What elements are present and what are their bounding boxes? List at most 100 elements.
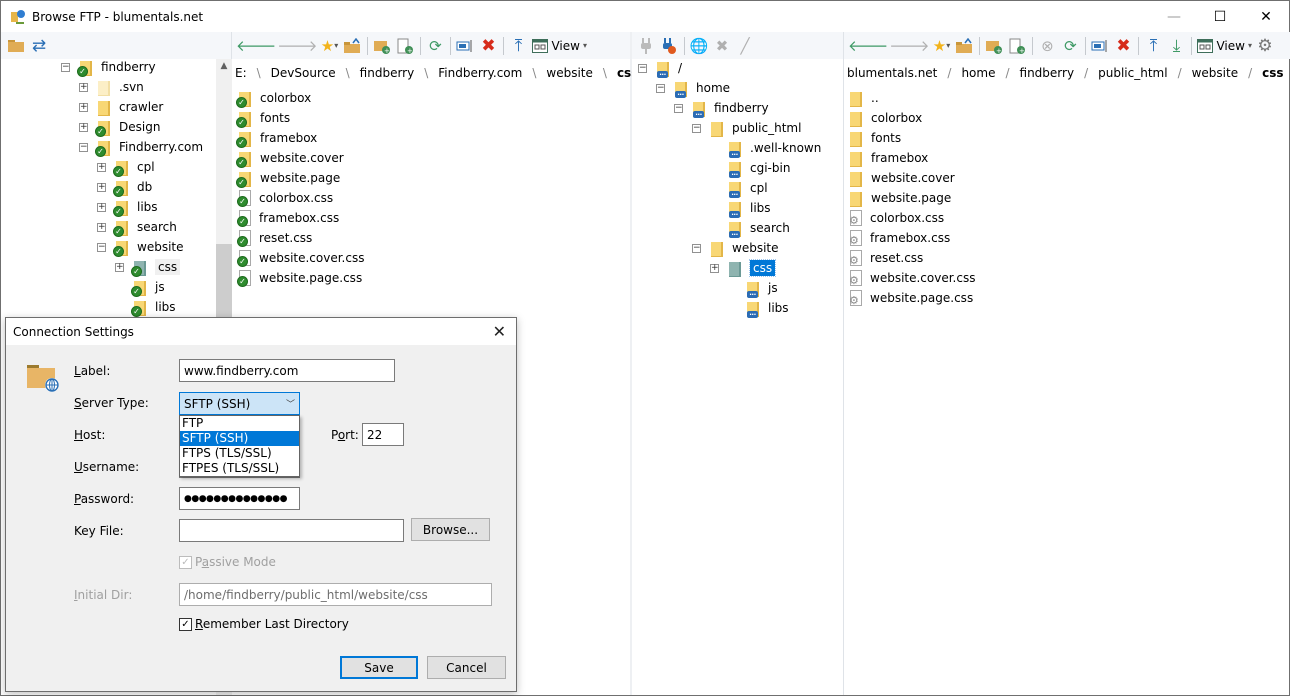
tree-item[interactable]: ... js xyxy=(746,278,778,298)
breadcrumb-segment[interactable]: Findberry.com xyxy=(438,66,522,80)
expand-icon[interactable]: + xyxy=(79,122,88,132)
remote-up-folder-button[interactable] xyxy=(953,35,975,57)
tree-item[interactable]: −... findberry xyxy=(674,98,769,118)
disconnect-button[interactable] xyxy=(658,35,680,57)
tree-item[interactable]: −... home xyxy=(656,78,730,98)
tree-item[interactable]: + css xyxy=(710,258,777,278)
file-list-item[interactable]: ✓ website.page.css xyxy=(237,268,362,288)
tree-item[interactable]: + ✓ search xyxy=(97,217,177,237)
tree-item[interactable]: − ✓ findberry xyxy=(61,59,156,77)
server-type-option[interactable]: FTPS (TLS/SSL) xyxy=(180,446,299,461)
remote-new-file-button[interactable]: + xyxy=(1006,35,1028,57)
server-type-option[interactable]: SFTP (SSH) xyxy=(180,431,299,446)
remote-view-menu-button[interactable]: View ▾ xyxy=(1195,38,1254,53)
maximize-button[interactable]: ☐ xyxy=(1197,1,1243,32)
view-menu-button[interactable]: View ▾ xyxy=(530,38,589,53)
collapse-icon[interactable]: − xyxy=(97,242,106,252)
breadcrumb-segment[interactable]: website xyxy=(546,66,593,80)
collapse-icon[interactable]: − xyxy=(79,142,88,152)
folder-list-item[interactable]: framebox xyxy=(849,148,928,168)
upload-button[interactable]: ⤒ xyxy=(507,35,529,57)
expand-icon[interactable]: + xyxy=(115,262,124,272)
file-list-item[interactable]: ⚙ reset.css xyxy=(849,248,923,268)
folder-list-item[interactable]: website.page xyxy=(849,188,951,208)
collapse-icon[interactable]: − xyxy=(638,63,647,73)
remote-back-button[interactable]: 🡐 xyxy=(848,35,888,57)
tree-item[interactable]: ✓ libs xyxy=(131,297,176,317)
file-list-item[interactable]: ✓ reset.css xyxy=(237,228,312,248)
edit-site-button[interactable]: ╱ xyxy=(734,35,756,57)
breadcrumb-segment[interactable]: findberry xyxy=(360,66,415,80)
folder-list-item[interactable]: .. xyxy=(849,88,879,108)
collapse-icon[interactable]: − xyxy=(674,103,683,113)
file-list-item[interactable]: ⚙ framebox.css xyxy=(849,228,950,248)
remember-last-directory-checkbox[interactable]: ✓ Remember Last Directory xyxy=(179,617,349,631)
tree-item[interactable]: ... search xyxy=(728,218,790,238)
tree-item[interactable]: + ✓ css xyxy=(115,257,181,277)
tree-item[interactable]: ... .well-known xyxy=(728,138,821,158)
server-type-option[interactable]: FTP xyxy=(180,416,299,431)
tree-item[interactable]: + .svn xyxy=(79,77,144,97)
tree-item[interactable]: + ✓ libs xyxy=(97,197,158,217)
tree-item[interactable]: −... / xyxy=(638,59,682,78)
tree-item[interactable]: ✓ js xyxy=(131,277,165,297)
tree-item[interactable]: − website xyxy=(692,238,779,258)
up-folder-button[interactable] xyxy=(341,35,363,57)
close-window-button[interactable]: ✕ xyxy=(1243,1,1289,32)
breadcrumb-segment[interactable]: website xyxy=(1192,66,1239,80)
expand-icon[interactable]: + xyxy=(710,263,719,273)
back-button[interactable]: 🡐 xyxy=(236,35,276,57)
password-input[interactable]: ●●●●●●●●●●●●●● xyxy=(179,487,300,510)
expand-icon[interactable]: + xyxy=(79,102,88,112)
collapse-icon[interactable]: − xyxy=(656,83,665,93)
folder-list-item[interactable]: ✓ fonts xyxy=(236,108,290,128)
folder-list-item[interactable]: colorbox xyxy=(849,108,922,128)
dialog-close-button[interactable]: ✕ xyxy=(493,322,506,341)
refresh-button[interactable]: ⟳ xyxy=(424,35,446,57)
remote-new-folder-button[interactable]: + xyxy=(983,35,1005,57)
tree-item[interactable]: ... cgi-bin xyxy=(728,158,790,178)
expand-icon[interactable]: + xyxy=(97,182,106,192)
breadcrumb-segment[interactable]: DevSource xyxy=(271,66,336,80)
remove-site-button[interactable]: ✖ xyxy=(711,35,733,57)
initial-dir-input[interactable]: /home/findberry/public_html/website/css xyxy=(179,583,492,606)
breadcrumb-segment[interactable]: E: xyxy=(235,66,247,80)
tree-item[interactable]: ... libs xyxy=(746,298,789,318)
collapse-icon[interactable]: − xyxy=(61,62,70,72)
tree-item[interactable]: − ✓ website xyxy=(97,237,184,257)
folder-list-item[interactable]: ✓ website.cover xyxy=(236,148,344,168)
forward-button[interactable]: 🡒 xyxy=(277,35,317,57)
breadcrumb-segment[interactable]: home xyxy=(961,66,995,80)
connect-button[interactable] xyxy=(635,35,657,57)
collapse-icon[interactable]: − xyxy=(692,243,701,253)
file-list-item[interactable]: ✓ website.cover.css xyxy=(237,248,364,268)
scroll-up-icon[interactable]: ▲ xyxy=(216,61,232,71)
file-list-item[interactable]: ⚙ website.page.css xyxy=(849,288,973,308)
server-type-select[interactable]: SFTP (SSH) ﹀ xyxy=(179,392,300,415)
remote-refresh-button[interactable]: ⟳ xyxy=(1059,35,1081,57)
tree-item[interactable]: + crawler xyxy=(79,97,163,117)
folder-list-item[interactable]: ✓ website.page xyxy=(236,168,340,188)
port-input[interactable]: 22 xyxy=(362,423,404,446)
save-button[interactable]: Save xyxy=(340,656,418,679)
rename-button[interactable] xyxy=(454,35,476,57)
folder-list-item[interactable]: website.cover xyxy=(849,168,955,188)
file-list-item[interactable]: ⚙ website.cover.css xyxy=(849,268,975,288)
delete-button[interactable]: ✖ xyxy=(477,35,499,57)
file-list-item[interactable]: ⚙ colorbox.css xyxy=(849,208,944,228)
passive-mode-checkbox[interactable]: ✓ Passive Mode xyxy=(179,555,276,569)
tree-item[interactable]: + ✓ db xyxy=(97,177,152,197)
expand-icon[interactable]: + xyxy=(97,222,106,232)
add-site-button[interactable]: 🌐 xyxy=(688,35,710,57)
tree-item[interactable]: ... libs xyxy=(728,198,771,218)
remote-rename-button[interactable] xyxy=(1089,35,1111,57)
folder-list-item[interactable]: ✓ framebox xyxy=(236,128,317,148)
tree-item[interactable]: + ✓ Design xyxy=(79,117,160,137)
browse-button[interactable]: Browse... xyxy=(411,518,490,541)
remote-forward-button[interactable]: 🡒 xyxy=(889,35,929,57)
breadcrumb-segment[interactable]: blumentals.net xyxy=(847,66,937,80)
tree-item[interactable]: + ✓ cpl xyxy=(97,157,155,177)
label-input[interactable]: www.findberry.com xyxy=(179,359,395,382)
breadcrumb-segment[interactable]: findberry xyxy=(1020,66,1075,80)
folder-list-item[interactable]: ✓ colorbox xyxy=(236,88,311,108)
